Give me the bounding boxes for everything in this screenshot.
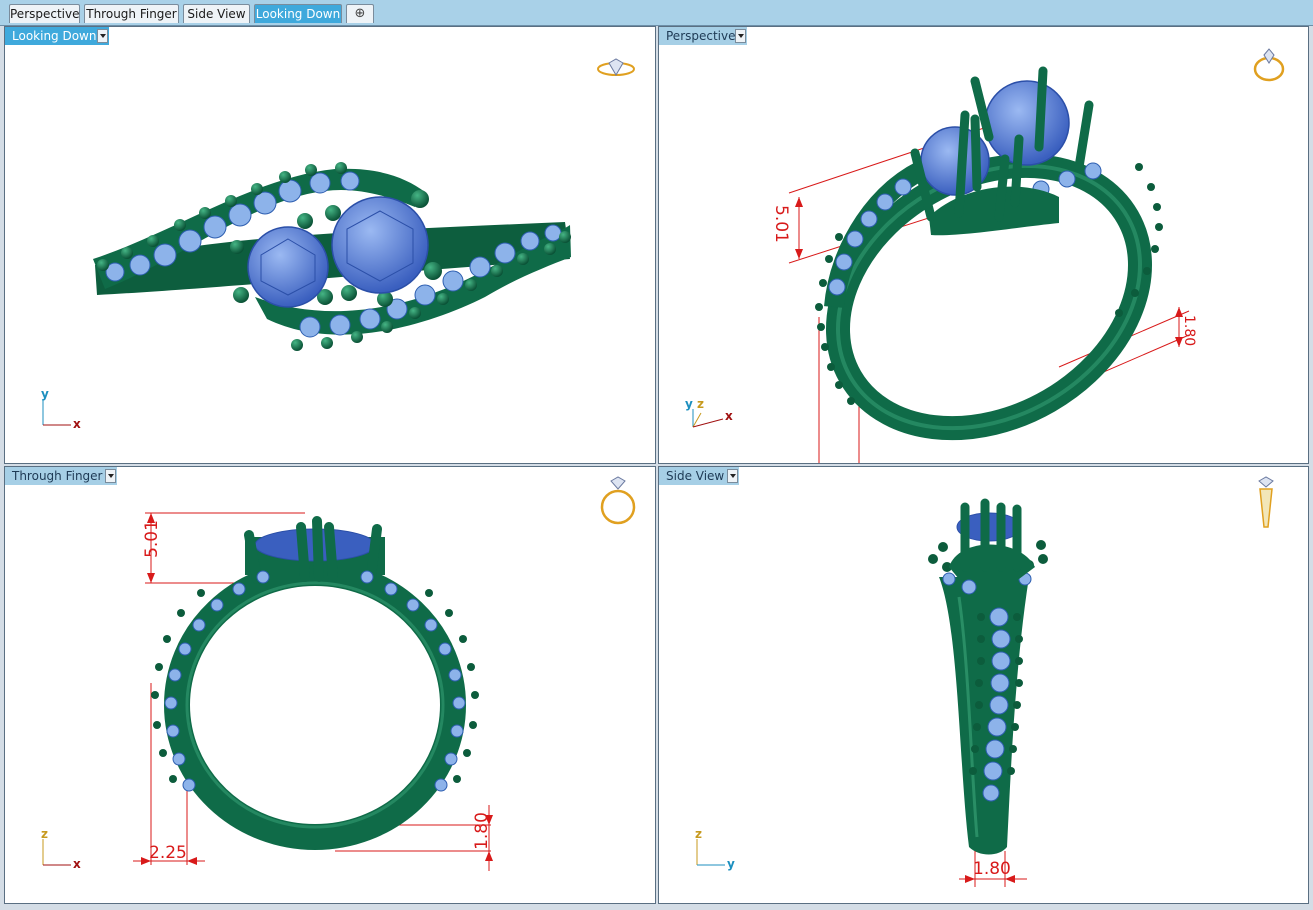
- viewport-perspective[interactable]: 5.01 1.80 y z x Perspective: [658, 26, 1309, 464]
- tab-side-view[interactable]: Side View: [183, 4, 250, 23]
- tab-through-finger[interactable]: Through Finger: [84, 4, 179, 23]
- dimension-band: 1.80: [1181, 315, 1197, 347]
- axis-label-y: y: [727, 857, 735, 871]
- viewport-menu-dropdown[interactable]: [735, 29, 746, 43]
- dimension-shank: 2.25: [149, 843, 187, 863]
- tab-perspective[interactable]: Perspective: [9, 4, 80, 23]
- ring-perspective-icon[interactable]: [1247, 41, 1291, 85]
- ring-side-render: [928, 498, 1048, 887]
- axis-label-z: z: [695, 827, 702, 841]
- viewport-side-view[interactable]: 1.80 z y Side View: [658, 466, 1309, 904]
- viewport-tab-strip: Perspective Through Finger Side View Loo…: [0, 0, 1313, 26]
- viewport-title-perspective[interactable]: Perspective: [659, 27, 747, 45]
- ring-perspective-render: [788, 66, 1190, 463]
- viewport-title-label: Looking Down: [12, 29, 97, 43]
- viewport-menu-dropdown[interactable]: [105, 469, 116, 483]
- axis-label-x: x: [73, 857, 81, 871]
- viewport-title-looking-down[interactable]: Looking Down: [5, 27, 109, 45]
- viewport-title-label: Through Finger: [12, 469, 103, 483]
- dimension-height: 5.01: [141, 520, 162, 558]
- ring-top-render: [93, 162, 571, 351]
- axis-label-z: z: [41, 827, 48, 841]
- ring-side-view-icon[interactable]: [1251, 475, 1281, 531]
- ring-top-view-icon[interactable]: [595, 55, 637, 81]
- tab-looking-down[interactable]: Looking Down: [254, 4, 342, 23]
- viewport-menu-dropdown[interactable]: [97, 29, 108, 43]
- axis-label-x: x: [73, 417, 81, 431]
- viewport-menu-dropdown[interactable]: [727, 469, 738, 483]
- axis-label-y: y: [41, 387, 49, 401]
- axis-label-y: y: [685, 397, 693, 411]
- viewport-title-label: Perspective: [666, 29, 736, 43]
- add-tab-button[interactable]: ⊕: [346, 4, 374, 23]
- viewport-through-finger[interactable]: 5.01 2.25 1.80 z x Through Finger: [4, 466, 656, 904]
- ring-front-render: [133, 512, 493, 871]
- dimension-height: 5.01: [771, 205, 791, 243]
- viewport-title-side-view[interactable]: Side View: [659, 467, 739, 485]
- dimension-band: 1.80: [973, 859, 1011, 879]
- axis-label-x: x: [725, 409, 733, 423]
- axis-label-z: z: [697, 397, 704, 411]
- viewport-looking-down[interactable]: y x Looking Down: [4, 26, 656, 464]
- ring-front-view-icon[interactable]: [597, 475, 639, 527]
- viewport-title-through-finger[interactable]: Through Finger: [5, 467, 117, 485]
- dimension-band: 1.80: [471, 812, 492, 850]
- viewport-title-label: Side View: [666, 469, 725, 483]
